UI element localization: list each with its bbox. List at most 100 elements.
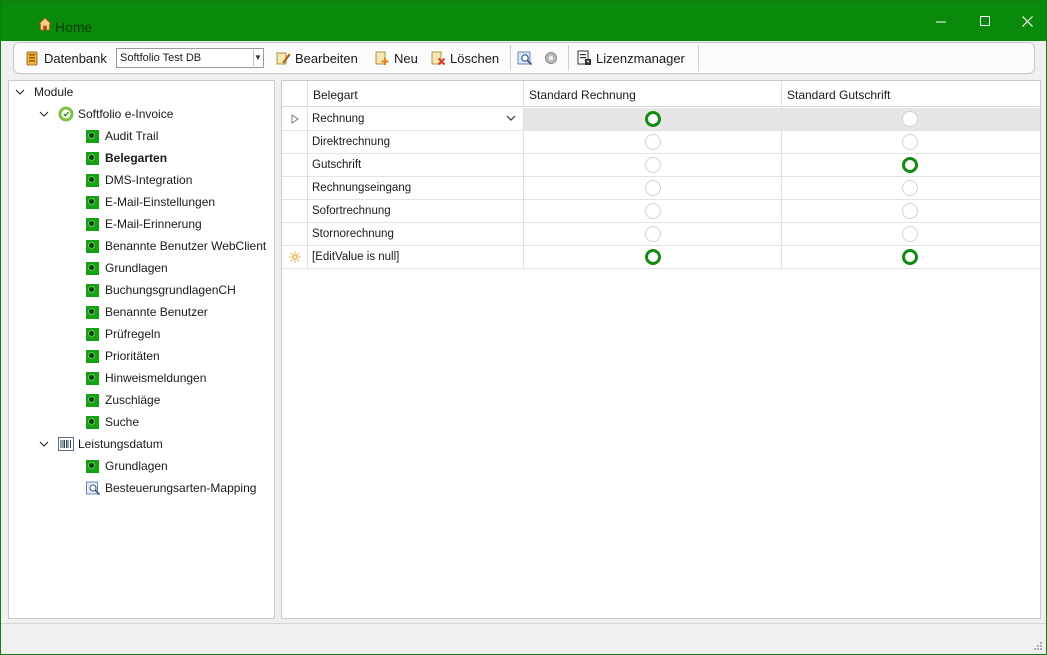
edit-button-label: Bearbeiten <box>295 50 358 66</box>
new-button[interactable]: Neu <box>374 43 418 73</box>
table-row[interactable]: Gutschrift <box>282 154 1040 177</box>
title-bar: Home <box>1 1 1046 41</box>
tree-node-softfolio-einvoice[interactable]: Softfolio e-Invoice <box>39 103 173 125</box>
standard-gutschrift-radio[interactable] <box>902 157 918 173</box>
cell-belegart[interactable]: Stornorechnung <box>308 223 524 245</box>
tree-item-grundlagen[interactable]: Grundlagen <box>86 257 168 279</box>
main-window: Home Datenbank Softfolio Test DB ▼ Bearb… <box>0 0 1047 655</box>
cell-standard-gutschrift <box>782 223 1040 245</box>
module-item-icon <box>86 173 99 187</box>
cell-belegart-text: Direktrechnung <box>312 136 390 148</box>
cell-standard-rechnung <box>524 223 782 245</box>
standard-rechnung-radio[interactable] <box>645 134 661 150</box>
tree-node-leistungsdatum[interactable]: Leistungsdatum <box>39 433 163 455</box>
standard-gutschrift-radio[interactable] <box>902 180 918 196</box>
standard-rechnung-radio[interactable] <box>645 203 661 219</box>
column-header-standard-gutschrift[interactable]: Standard Gutschrift <box>782 81 1040 107</box>
standard-gutschrift-radio[interactable] <box>902 226 918 242</box>
tree-item-label: Grundlagen <box>105 261 168 275</box>
tree-item-buchungsgrundlagench[interactable]: BuchungsgrundlagenCH <box>86 279 236 301</box>
table-row[interactable]: Rechnungseingang <box>282 177 1040 200</box>
chevron-down-icon[interactable] <box>505 112 517 124</box>
delete-button[interactable]: Löschen <box>430 43 499 73</box>
column-header-label: Standard Gutschrift <box>787 88 891 102</box>
standard-rechnung-radio[interactable] <box>645 180 661 196</box>
tree-item-email-erinnerung[interactable]: E-Mail-Erinnerung <box>86 213 202 235</box>
maximize-button[interactable] <box>962 1 1008 41</box>
chevron-down-icon[interactable] <box>39 439 49 449</box>
table-row[interactable]: Rechnung <box>282 108 1040 131</box>
tree-item-audit-trail[interactable]: Audit Trail <box>86 125 158 147</box>
database-select-value: Softfolio Test DB <box>120 52 202 64</box>
database-select[interactable]: Softfolio Test DB ▼ <box>116 48 264 68</box>
cell-belegart-text: Rechnung <box>312 113 365 125</box>
cell-belegart[interactable]: Sofortrechnung <box>308 200 524 222</box>
module-item-icon <box>86 151 99 165</box>
table-row[interactable]: Direktrechnung <box>282 131 1040 154</box>
tree-node-label: Softfolio e-Invoice <box>78 107 174 121</box>
tree-item-dms-integration[interactable]: DMS-Integration <box>86 169 192 191</box>
column-header-belegart[interactable]: Belegart <box>308 81 524 107</box>
module-tree[interactable]: Module Softfolio e-Invoice Audit Trail B… <box>8 80 275 619</box>
license-manager-button[interactable]: Lizenzmanager <box>576 43 685 73</box>
standard-gutschrift-radio[interactable] <box>902 134 918 150</box>
tree-item-zuschlaege[interactable]: Zuschläge <box>86 389 160 411</box>
tree-item-pruefregeln[interactable]: Prüfregeln <box>86 323 160 345</box>
tree-item-belegarten[interactable]: Belegarten <box>86 147 167 169</box>
standard-rechnung-radio[interactable] <box>645 226 661 242</box>
tree-item-leistungsdatum-grundlagen[interactable]: Grundlagen <box>86 455 168 477</box>
cell-standard-rechnung <box>524 177 782 199</box>
close-button[interactable] <box>1004 1 1046 41</box>
tree-root-module[interactable]: Module <box>15 81 73 103</box>
tree-node-label: Leistungsdatum <box>78 437 163 451</box>
home-icon <box>38 17 52 31</box>
search-button[interactable] <box>517 43 537 73</box>
new-icon <box>375 51 389 65</box>
table-row[interactable]: [EditValue is null] <box>282 246 1040 269</box>
chevron-down-icon[interactable]: ▼ <box>253 50 262 66</box>
row-indicator <box>282 108 308 130</box>
minimize-button[interactable] <box>918 1 964 41</box>
barcode-icon <box>58 437 74 451</box>
table-row[interactable]: Stornorechnung <box>282 223 1040 246</box>
standard-rechnung-radio[interactable] <box>645 157 661 173</box>
cell-belegart[interactable]: Rechnungseingang <box>308 177 524 199</box>
chevron-down-icon[interactable] <box>39 109 49 119</box>
row-indicator <box>282 131 308 153</box>
window-title: Home <box>55 19 93 35</box>
database-label: Datenbank <box>44 50 107 66</box>
tree-item-email-einstellungen[interactable]: E-Mail-Einstellungen <box>86 191 215 213</box>
module-item-icon <box>86 459 99 473</box>
module-item-icon <box>86 239 99 253</box>
edit-button[interactable]: Bearbeiten <box>275 43 358 73</box>
row-indicator <box>282 200 308 222</box>
standard-gutschrift-radio[interactable] <box>902 111 918 127</box>
database-icon <box>26 51 38 66</box>
tree-item-prioritaeten[interactable]: Prioritäten <box>86 345 160 367</box>
tree-item-benannte-benutzer-webclient[interactable]: Benannte Benutzer WebClient <box>86 235 266 257</box>
settings-button[interactable] <box>543 43 563 73</box>
standard-gutschrift-radio[interactable] <box>902 203 918 219</box>
standard-rechnung-radio[interactable] <box>645 111 661 127</box>
tree-item-suche[interactable]: Suche <box>86 411 139 433</box>
cell-belegart[interactable]: Rechnung <box>308 108 524 130</box>
cell-belegart[interactable]: [EditValue is null] <box>308 246 524 268</box>
standard-rechnung-radio[interactable] <box>645 249 661 265</box>
resize-grip-icon[interactable] <box>1033 641 1043 651</box>
cell-belegart[interactable]: Gutschrift <box>308 154 524 176</box>
module-item-icon <box>86 283 99 297</box>
toolbar-separator <box>568 45 569 71</box>
chevron-down-icon[interactable] <box>15 87 25 97</box>
tree-item-besteuerungsarten-mapping[interactable]: Besteuerungsarten-Mapping <box>86 477 256 499</box>
tree-item-label: Besteuerungsarten-Mapping <box>105 481 257 495</box>
cell-belegart[interactable]: Direktrechnung <box>308 131 524 153</box>
table-row[interactable]: Sofortrechnung <box>282 200 1040 223</box>
column-header-standard-rechnung[interactable]: Standard Rechnung <box>524 81 782 107</box>
tree-item-benannte-benutzer[interactable]: Benannte Benutzer <box>86 301 208 323</box>
tree-item-label: E-Mail-Erinnerung <box>105 217 202 231</box>
standard-gutschrift-radio[interactable] <box>902 249 918 265</box>
tree-item-hinweismeldungen[interactable]: Hinweismeldungen <box>86 367 206 389</box>
panel-splitter[interactable] <box>276 80 280 619</box>
module-item-icon <box>86 349 99 363</box>
cell-belegart-text: Sofortrechnung <box>312 205 391 217</box>
